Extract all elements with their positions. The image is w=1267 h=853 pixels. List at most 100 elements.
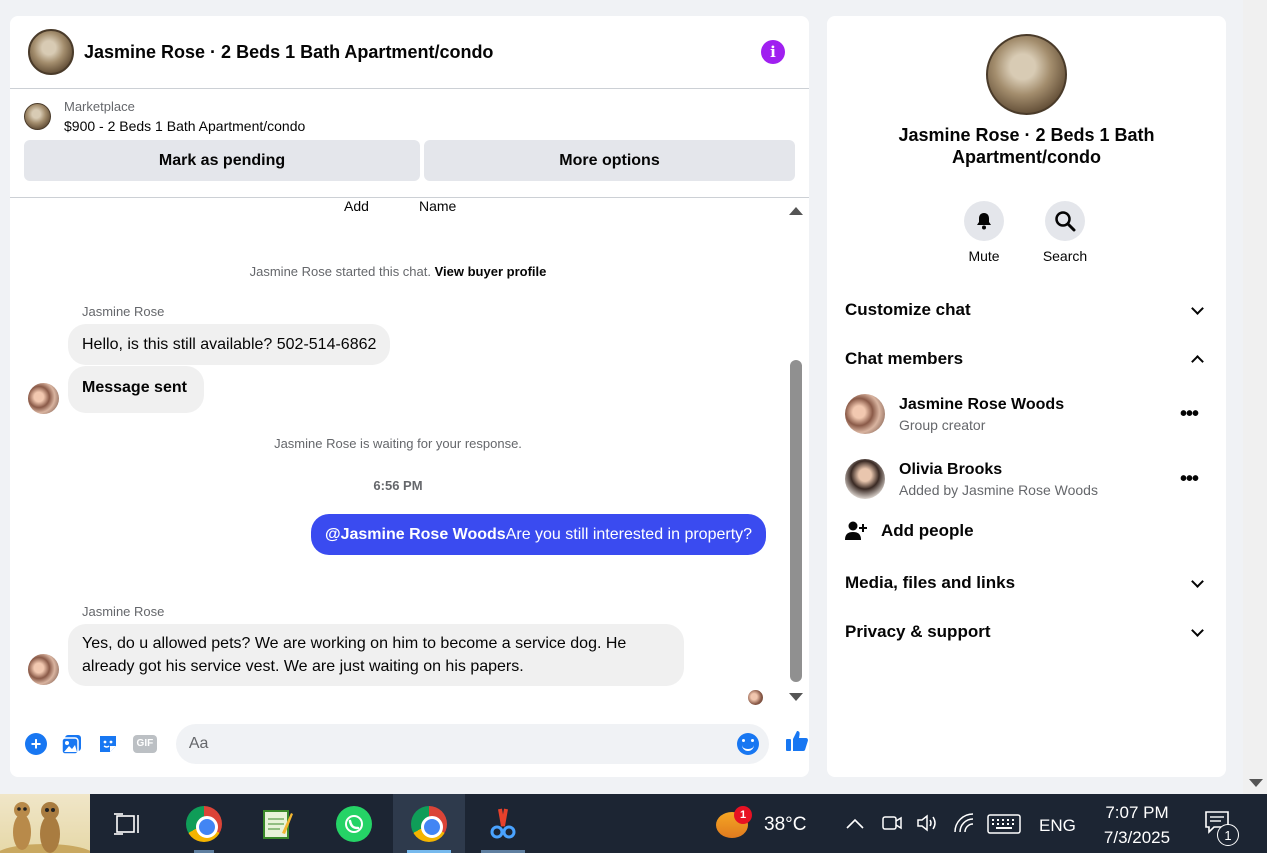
details-avatar[interactable] [986, 34, 1067, 115]
message-input-wrapper [175, 723, 769, 764]
volume-icon[interactable] [916, 813, 940, 833]
search-label: Search [1042, 248, 1088, 264]
bell-icon [977, 213, 991, 230]
chevron-up-icon [1191, 354, 1204, 368]
listing-title[interactable]: $900 - 2 Beds 1 Bath Apartment/condo [64, 118, 305, 134]
temperature[interactable]: 38°C [764, 814, 806, 836]
media-files-links-row[interactable]: Media, files and links [845, 568, 1208, 598]
more-options-icon[interactable]: ••• [1180, 403, 1199, 426]
chat-title: Jasmine Rose · 2 Beds 1 Bath Apartment/c… [84, 41, 494, 62]
page-scrollbar[interactable] [1243, 0, 1267, 794]
gif-icon[interactable]: GIF [132, 734, 157, 753]
chrome-icon [186, 805, 222, 842]
message-bubble-incoming[interactable]: Hello, is this still available? 502-514-… [68, 324, 391, 365]
page-scroll-down-arrow[interactable] [1249, 779, 1263, 787]
notepad-icon [263, 809, 293, 839]
chrome-taskbar-app[interactable] [168, 794, 240, 853]
weather-badge: 1 [734, 806, 752, 824]
member-avatar[interactable] [845, 394, 885, 434]
sender-avatar[interactable] [28, 383, 59, 414]
add-people-button[interactable]: Add people [845, 521, 974, 541]
details-title: Jasmine Rose · 2 Beds 1 Bath Apartment/c… [898, 125, 1155, 167]
scroll-down-arrow[interactable] [789, 693, 803, 701]
keyboard-icon[interactable] [987, 814, 1021, 834]
listing-thumbnail [24, 103, 51, 130]
member-name: Jasmine Rose Woods [899, 395, 1065, 413]
member-row[interactable]: Olivia Brooks Added by Jasmine Rose Wood… [845, 457, 1208, 501]
meerkat-icon [0, 802, 90, 853]
search-button[interactable]: Search [1035, 201, 1095, 264]
search-icon [1055, 211, 1076, 232]
sender-name: Jasmine Rose [82, 304, 165, 319]
customize-chat-row[interactable]: Customize chat [845, 295, 1208, 325]
partial-name-label: Name [419, 198, 457, 214]
chrome-icon [411, 805, 447, 842]
chat-avatar[interactable] [28, 29, 74, 75]
clock-time: 7:07 PM [1105, 803, 1169, 822]
plus-icon[interactable]: + [25, 732, 47, 755]
chevron-up-icon[interactable] [845, 816, 865, 830]
info-icon[interactable]: i [761, 40, 785, 64]
mute-label: Mute [968, 248, 1000, 264]
chevron-down-icon [1191, 623, 1204, 637]
marketplace-label: Marketplace [64, 99, 135, 114]
scroll-up-arrow[interactable] [789, 207, 803, 215]
mark-as-pending-button[interactable]: Mark as pending [24, 140, 420, 181]
task-view-button[interactable] [92, 794, 164, 853]
start-button[interactable] [0, 794, 90, 853]
more-options-icon[interactable]: ••• [1180, 468, 1199, 491]
image-icon[interactable] [61, 733, 83, 755]
sticker-icon[interactable] [97, 733, 119, 755]
notepad-taskbar-app[interactable] [241, 794, 313, 853]
waiting-note: Jasmine Rose is waiting for your respons… [274, 436, 522, 451]
member-row[interactable]: Jasmine Rose Woods Group creator ••• [845, 392, 1208, 436]
mention-tag[interactable]: @Jasmine Rose Woods [325, 526, 506, 543]
member-role: Group creator [899, 416, 986, 433]
whatsapp-taskbar-app[interactable] [318, 794, 390, 853]
wifi-icon[interactable] [953, 812, 975, 834]
clock-date: 7/3/2025 [1103, 828, 1171, 847]
message-bubble-incoming[interactable]: Yes, do u allowed pets? We are working o… [68, 624, 684, 686]
sender-name: Jasmine Rose [82, 604, 165, 619]
emoji-icon[interactable] [737, 732, 759, 755]
mute-button[interactable]: Mute [954, 201, 1014, 264]
sender-avatar[interactable] [28, 654, 59, 685]
message-list[interactable]: Add Name Jasmine Rose started this chat.… [10, 198, 809, 708]
chat-members-row[interactable]: Chat members [845, 344, 1208, 374]
snipping-tool-icon [490, 808, 516, 838]
listing-row[interactable]: Marketplace $900 - 2 Beds 1 Bath Apartme… [24, 99, 795, 134]
member-role: Added by Jasmine Rose Woods [899, 481, 1098, 498]
time-separator: 6:56 PM [373, 478, 423, 493]
view-buyer-profile-link[interactable]: View buyer profile [435, 264, 547, 279]
meet-now-icon[interactable] [881, 813, 903, 833]
whatsapp-icon [336, 805, 372, 842]
scrollbar-thumb[interactable] [790, 360, 802, 682]
chrome-profile-taskbar-app[interactable] [393, 794, 465, 853]
privacy-support-row[interactable]: Privacy & support [845, 617, 1208, 647]
details-panel: Jasmine Rose · 2 Beds 1 Bath Apartment/c… [827, 16, 1226, 777]
partial-add-label: Add [344, 198, 369, 214]
system-clock[interactable]: 7:07 PM 7/3/2025 [1093, 800, 1181, 850]
message-bubble-incoming[interactable]: Message sent [68, 366, 204, 413]
composer: + GIF [10, 722, 809, 765]
chevron-down-icon [1191, 574, 1204, 588]
marketplace-banner: Marketplace $900 - 2 Beds 1 Bath Apartme… [10, 89, 809, 198]
add-person-icon [845, 521, 867, 540]
chevron-down-icon [1191, 301, 1204, 315]
taskbar: 1 38°C ENG 7:07 PM 7/3/2025 1 [0, 794, 1267, 853]
member-name: Olivia Brooks [899, 460, 1003, 478]
message-input[interactable] [188, 734, 737, 753]
more-options-button[interactable]: More options [424, 140, 795, 181]
message-bubble-outgoing[interactable]: @Jasmine Rose WoodsAre you still interes… [311, 514, 767, 555]
chat-header: Jasmine Rose · 2 Beds 1 Bath Apartment/c… [10, 16, 809, 89]
task-view-icon [114, 812, 139, 835]
message-list-top-partial: Add Name [10, 198, 790, 218]
read-receipt-avatar [748, 690, 763, 705]
notification-count-badge: 1 [1217, 824, 1239, 846]
snipping-tool-taskbar-app[interactable] [467, 794, 539, 853]
thumbs-up-icon[interactable] [785, 729, 809, 758]
input-language[interactable]: ENG [1039, 816, 1076, 836]
chat-panel: Jasmine Rose · 2 Beds 1 Bath Apartment/c… [10, 16, 809, 777]
chat-started-note: Jasmine Rose started this chat. View buy… [249, 264, 547, 279]
member-avatar[interactable] [845, 459, 885, 499]
